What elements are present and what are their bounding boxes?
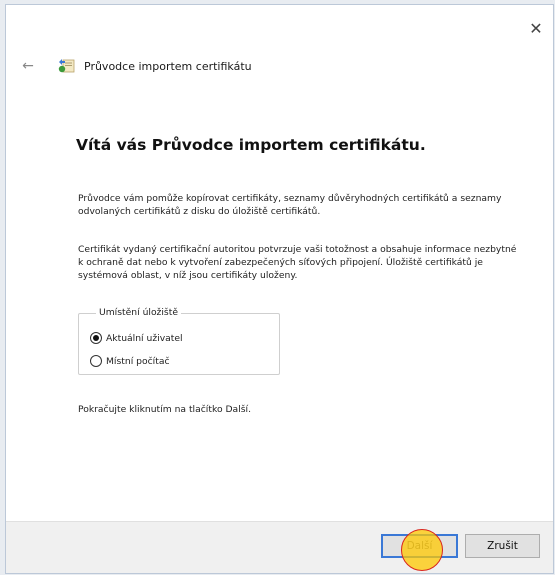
page-title: Vítá vás Průvodce importem certifikátu. [76,136,426,154]
next-button[interactable]: Další [381,534,458,558]
close-icon[interactable]: ✕ [527,20,545,38]
back-arrow-icon[interactable]: ← [20,58,36,74]
description-paragraph: Certifikát vydaný certifikační autoritou… [78,244,517,281]
title-bar: ← Průvodce importem certifikátu [20,56,252,76]
cancel-button[interactable]: Zrušit [465,534,540,558]
intro-paragraph: Průvodce vám pomůže kopírovat certifikát… [78,193,502,217]
radio-current-user[interactable]: Aktuální uživatel [90,332,183,344]
radio-button-selected[interactable] [90,332,102,344]
window-title: Průvodce importem certifikátu [84,59,252,73]
radio-label: Místní počítač [106,355,170,367]
storage-location-legend: Umístění úložiště [96,307,181,318]
certificate-wizard-icon [58,58,76,74]
radio-button[interactable] [90,355,102,367]
radio-local-machine[interactable]: Místní počítač [90,355,170,367]
radio-label: Aktuální uživatel [106,332,183,344]
continue-instruction: Pokračujte kliknutím na tlačítko Další. [78,404,251,415]
wizard-window [5,4,554,574]
